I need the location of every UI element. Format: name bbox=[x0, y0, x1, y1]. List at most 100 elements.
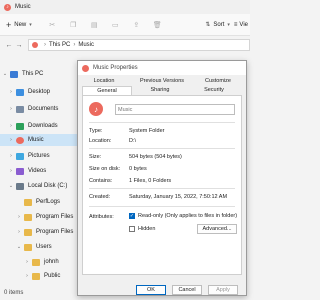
breadcrumb-music[interactable]: Music bbox=[78, 42, 94, 48]
location-row: Location: D:\ bbox=[89, 138, 136, 144]
forward-arrow-icon[interactable]: → bbox=[14, 42, 24, 49]
music-folder-icon bbox=[32, 42, 38, 48]
pc-icon bbox=[10, 70, 18, 78]
window-title: Music bbox=[15, 4, 31, 10]
disk-icon bbox=[16, 182, 24, 190]
size-row: Size: 504 bytes (504 bytes) bbox=[89, 154, 182, 160]
divider bbox=[89, 148, 235, 149]
cancel-button[interactable]: Cancel bbox=[172, 285, 202, 295]
paste-icon[interactable]: ▤ bbox=[90, 20, 99, 29]
sidebar-item-public[interactable]: › Public bbox=[0, 270, 80, 282]
location-label: Location: bbox=[89, 138, 112, 144]
sidebar-item-label: Program Files bbox=[36, 229, 74, 235]
size-on-disk-row: Size on disk: 0 bytes bbox=[89, 166, 147, 172]
chevron-down-icon: ▾ bbox=[227, 21, 230, 28]
sidebar-item-downloads[interactable]: › Downloads bbox=[0, 120, 80, 132]
sidebar-item-videos[interactable]: › Videos bbox=[0, 165, 80, 177]
chevron-right-icon: › bbox=[10, 89, 12, 95]
sidebar-item-label: Documents bbox=[28, 106, 59, 112]
back-arrow-icon[interactable]: ← bbox=[4, 42, 14, 49]
readonly-label: Read-only (Only applies to files in fold… bbox=[138, 213, 238, 219]
sidebar-item-users[interactable]: ⌄ Users bbox=[0, 241, 80, 253]
checkbox-checked-icon: ✓ bbox=[129, 213, 135, 219]
size-on-disk-label: Size on disk: bbox=[89, 166, 121, 172]
readonly-checkbox[interactable]: ✓ Read-only (Only applies to files in fo… bbox=[129, 213, 237, 219]
sidebar-item-music[interactable]: › Music bbox=[0, 134, 80, 146]
type-value: System Folder bbox=[129, 128, 165, 134]
contains-row: Contains: 1 Files, 0 Folders bbox=[89, 178, 171, 184]
music-folder-icon: ♪ bbox=[4, 3, 11, 11]
hidden-label: Hidden bbox=[138, 226, 156, 232]
chevron-right-icon: › bbox=[10, 137, 12, 143]
cut-icon[interactable]: ✂ bbox=[48, 20, 57, 29]
created-label: Created: bbox=[89, 194, 111, 200]
sidebar-item-program-files-x86[interactable]: › Program Files bbox=[0, 226, 80, 238]
chevron-right-icon: › bbox=[73, 42, 76, 48]
attributes-row: Attributes: bbox=[89, 214, 129, 220]
folder-icon bbox=[24, 213, 32, 221]
chevron-down-icon: ⌄ bbox=[16, 244, 22, 250]
advanced-button[interactable]: Advanced... bbox=[197, 224, 237, 234]
tab-general[interactable]: General bbox=[82, 86, 132, 95]
folder-icon bbox=[32, 258, 40, 266]
type-row: Type: System Folder bbox=[89, 128, 164, 134]
attributes-label: Attributes: bbox=[89, 214, 114, 220]
chevron-down-icon: ⌄ bbox=[2, 71, 8, 77]
new-button[interactable]: + New ▾ bbox=[6, 20, 32, 30]
sidebar-item-pictures[interactable]: › Pictures bbox=[0, 150, 80, 162]
tab-strip: Location Previous Versions Customize Gen… bbox=[78, 75, 246, 95]
sidebar-item-program-files[interactable]: › Program Files bbox=[0, 211, 80, 223]
desktop-icon bbox=[16, 88, 24, 96]
sort-button[interactable]: ⇅ Sort ▾ bbox=[205, 21, 230, 29]
properties-dialog: Music Properties Location Previous Versi… bbox=[77, 60, 247, 296]
breadcrumb-this-pc[interactable]: This PC bbox=[49, 42, 70, 48]
location-value: D:\ bbox=[129, 138, 137, 144]
copy-icon[interactable]: ❐ bbox=[69, 20, 78, 29]
sidebar-item-johnh[interactable]: › johnh bbox=[0, 256, 80, 268]
chevron-down-icon: ⌄ bbox=[8, 183, 14, 189]
view-icon: ≡ bbox=[233, 21, 238, 28]
size-label: Size: bbox=[89, 154, 102, 160]
tab-security[interactable]: Security bbox=[188, 86, 240, 95]
share-icon[interactable]: ⇪ bbox=[132, 20, 141, 29]
tab-sharing[interactable]: Sharing bbox=[134, 86, 186, 95]
documents-icon bbox=[16, 105, 24, 113]
videos-icon bbox=[16, 167, 24, 175]
sidebar-item-desktop[interactable]: › Desktop bbox=[0, 86, 80, 98]
chevron-down-icon: ▾ bbox=[29, 21, 32, 28]
chevron-right-icon: › bbox=[26, 259, 28, 265]
sidebar-item-local-disk[interactable]: ⌄ Local Disk (C:) bbox=[0, 180, 80, 192]
address-bar[interactable]: › This PC › Music bbox=[28, 39, 250, 51]
folder-name-field[interactable]: Music bbox=[115, 104, 235, 115]
hidden-checkbox[interactable]: Hidden bbox=[129, 226, 155, 232]
checkbox-unchecked-icon bbox=[129, 226, 135, 232]
sidebar-item-label: Local Disk (C:) bbox=[28, 183, 68, 189]
created-row: Created: Saturday, January 15, 2022, 7:5… bbox=[89, 194, 227, 200]
view-button[interactable]: ≡ Vie bbox=[234, 22, 248, 28]
plus-icon: + bbox=[6, 19, 12, 30]
size-value: 504 bytes (504 bytes) bbox=[129, 154, 182, 160]
chevron-right-icon: › bbox=[18, 229, 20, 235]
contains-value: 1 Files, 0 Folders bbox=[129, 178, 172, 184]
new-label: New bbox=[14, 21, 27, 28]
chevron-right-icon: › bbox=[10, 106, 12, 112]
explorer-titlebar: ♪ Music bbox=[0, 0, 250, 14]
sort-label: Sort bbox=[213, 21, 225, 28]
chevron-right-icon: › bbox=[10, 123, 12, 129]
divider bbox=[89, 188, 235, 189]
ok-button[interactable]: OK bbox=[136, 285, 166, 295]
chevron-right-icon: › bbox=[26, 273, 28, 279]
delete-icon[interactable]: 🗑 bbox=[153, 20, 162, 29]
tab-previous-versions[interactable]: Previous Versions bbox=[132, 77, 192, 86]
sidebar-item-documents[interactable]: › Documents bbox=[0, 103, 80, 115]
sidebar-item-this-pc[interactable]: ⌄ This PC bbox=[0, 68, 80, 80]
apply-button[interactable]: Apply bbox=[208, 285, 238, 295]
command-bar: + New ▾ ✂ ❐ ▤ ▭ ⇪ 🗑 ⇅ Sort ▾ ≡ Vie bbox=[0, 14, 250, 36]
rename-icon[interactable]: ▭ bbox=[111, 20, 120, 29]
sidebar-item-perflogs[interactable]: PerfLogs bbox=[0, 196, 80, 208]
contains-label: Contains: bbox=[89, 178, 113, 184]
music-folder-icon: ♪ bbox=[89, 102, 103, 116]
tab-location[interactable]: Location bbox=[84, 77, 124, 86]
tab-customize[interactable]: Customize bbox=[196, 77, 240, 86]
dialog-titlebar[interactable]: Music Properties bbox=[78, 61, 246, 75]
